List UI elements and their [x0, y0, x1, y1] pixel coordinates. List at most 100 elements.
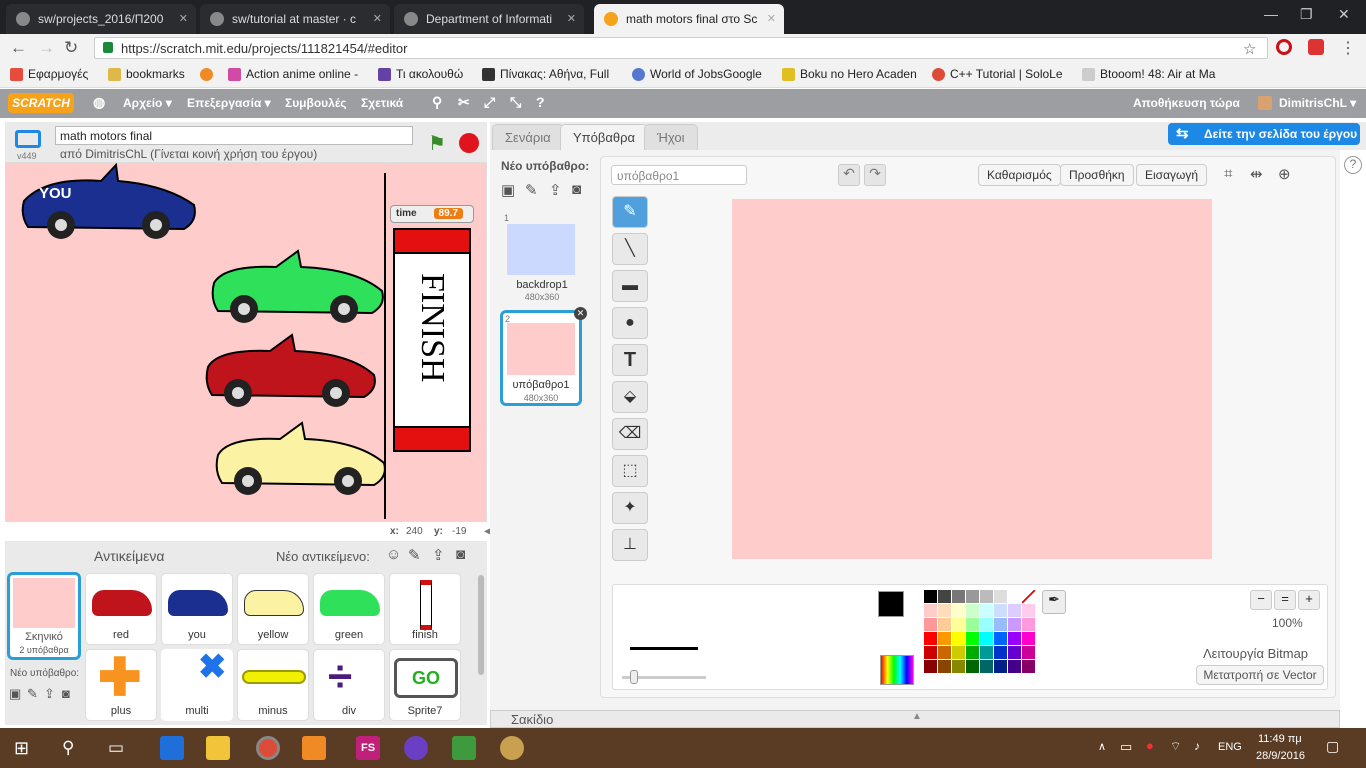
menu-file[interactable]: Αρχείο ▾ — [123, 96, 172, 110]
color-swatch[interactable] — [1008, 646, 1021, 659]
color-swatch[interactable] — [966, 646, 979, 659]
color-swatch[interactable] — [938, 618, 951, 631]
color-swatch[interactable] — [966, 604, 979, 617]
color-swatch[interactable] — [1008, 604, 1021, 617]
flip-horizontal-icon[interactable]: ⇹ — [1250, 165, 1263, 183]
color-swatch[interactable] — [924, 632, 937, 645]
battery-icon[interactable]: ▭ — [1120, 739, 1132, 755]
color-swatch[interactable] — [952, 632, 965, 645]
color-swatch[interactable] — [938, 590, 951, 603]
green-flag-icon[interactable]: ⚑ — [428, 131, 446, 156]
windows-start-icon[interactable]: ⊞ — [14, 738, 29, 759]
bookmark-item[interactable]: Btooom! 48: Air at Ma — [1082, 67, 1215, 81]
fs-app-icon[interactable]: FS — [356, 736, 380, 760]
import-button[interactable]: Εισαγωγή — [1136, 164, 1208, 186]
stamp-tool-icon[interactable]: ⊥ — [612, 529, 648, 561]
save-now-button[interactable]: Αποθήκευση τώρα — [1133, 96, 1240, 110]
color-swatch[interactable] — [1022, 618, 1035, 631]
menu-tips[interactable]: Συμβουλές — [285, 96, 347, 110]
browser-tab[interactable]: sw/projects_2016/Π200 ✕ — [6, 4, 196, 34]
primary-color-swatch[interactable] — [878, 591, 904, 617]
color-swatch[interactable] — [924, 660, 937, 673]
cut-icon[interactable]: ✂ — [458, 94, 470, 111]
spreadsheet-icon[interactable] — [452, 736, 476, 760]
select-remove-background-icon[interactable]: ✦ — [612, 492, 648, 524]
color-swatch[interactable] — [952, 604, 965, 617]
color-swatch[interactable] — [994, 604, 1007, 617]
undo-icon[interactable]: ↶ — [838, 164, 860, 186]
select-tool-icon[interactable]: ⬚ — [612, 455, 648, 487]
upload-sprite-icon[interactable]: ⇪ — [432, 546, 445, 564]
color-swatch[interactable] — [994, 632, 1007, 645]
bookmark-folder[interactable]: bookmarks — [108, 67, 185, 81]
menu-about[interactable]: Σχετικά — [361, 96, 403, 110]
eraser-tool-icon[interactable]: ⌫ — [612, 418, 648, 450]
wifi-icon[interactable]: ⌔ — [1170, 739, 1181, 754]
reload-icon[interactable]: ↻ — [64, 38, 78, 58]
task-view-icon[interactable]: ▭ — [108, 738, 124, 758]
set-center-icon[interactable]: ⊕ — [1278, 165, 1291, 183]
sprite-tile[interactable]: you — [161, 573, 233, 645]
see-project-page-button[interactable]: ⇆ Δείτε την σελίδα του έργου — [1168, 123, 1360, 145]
color-swatch[interactable] — [1022, 604, 1035, 617]
antivirus-icon[interactable]: ● — [1146, 738, 1154, 753]
scratch-logo[interactable]: SCRATCH — [8, 93, 74, 113]
bookmark-star-icon[interactable]: ☆ — [1243, 40, 1256, 58]
sprite-tile[interactable]: GO Sprite7 — [389, 649, 461, 721]
color-swatch[interactable] — [924, 604, 937, 617]
media-player-icon[interactable] — [302, 736, 326, 760]
paint-canvas[interactable] — [732, 199, 1212, 559]
color-swatch[interactable] — [1008, 632, 1021, 645]
stop-icon[interactable] — [459, 133, 479, 153]
color-swatch[interactable] — [1022, 660, 1035, 673]
fullscreen-icon[interactable] — [15, 130, 41, 148]
timer-monitor[interactable]: time 89.7 — [390, 205, 474, 223]
backdrop-library-icon[interactable]: ▣ — [9, 686, 21, 702]
opera-icon[interactable] — [1276, 39, 1292, 55]
backdrop-library-icon[interactable]: ▣ — [501, 181, 515, 199]
paint-palette-icon[interactable] — [500, 736, 524, 760]
sprites-scrollbar[interactable] — [478, 575, 484, 675]
color-swatch[interactable] — [966, 618, 979, 631]
bookmark-item[interactable]: C++ Tutorial | SoloLe — [932, 67, 1063, 81]
minimize-icon[interactable]: — — [1264, 6, 1278, 22]
bookmark-item[interactable]: Boku no Hero Acaden — [782, 67, 917, 81]
bookmark-item[interactable]: Τι ακολουθώ — [378, 67, 463, 81]
color-swatch[interactable] — [952, 660, 965, 673]
color-swatch[interactable] — [924, 590, 937, 603]
shrink-icon[interactable]: ⤡ — [510, 94, 521, 111]
color-swatch[interactable] — [966, 590, 979, 603]
color-swatch[interactable] — [938, 632, 951, 645]
close-tab-icon[interactable]: ✕ — [179, 12, 188, 25]
cat-app-icon[interactable] — [404, 736, 428, 760]
camera-backdrop-icon[interactable]: ◙ — [62, 686, 70, 701]
color-swatch[interactable] — [980, 618, 993, 631]
color-swatch[interactable] — [938, 604, 951, 617]
expand-backpack-icon[interactable]: ▲ — [912, 711, 922, 722]
sprite-tile[interactable]: ÷ div — [313, 649, 385, 721]
close-tab-icon[interactable]: ✕ — [767, 12, 776, 25]
stage[interactable]: YOU FINISH time 89.7 — [5, 162, 487, 522]
color-swatch[interactable] — [938, 660, 951, 673]
upload-backdrop-icon[interactable]: ⇪ — [44, 686, 55, 702]
crop-icon[interactable]: ⌗ — [1224, 165, 1232, 182]
url-input[interactable]: https://scratch.mit.edu/projects/1118214… — [94, 37, 1268, 59]
project-title-input[interactable]: math motors final — [55, 126, 413, 145]
edge-icon[interactable] — [160, 736, 184, 760]
browser-tab[interactable]: sw/tutorial at master · c ✕ — [200, 4, 390, 34]
red-car-sprite[interactable] — [205, 333, 376, 407]
sprite-tile[interactable]: ✚ plus — [85, 649, 157, 721]
line-tool-icon[interactable]: ╲ — [612, 233, 648, 265]
sprite-tile[interactable]: minus — [237, 649, 309, 721]
rectangle-tool-icon[interactable]: ▬ — [612, 270, 648, 302]
brush-tool-icon[interactable]: ✎ — [612, 196, 648, 228]
color-swatch[interactable] — [980, 646, 993, 659]
color-swatch[interactable] — [938, 646, 951, 659]
bookmark-apps[interactable]: Εφαρμογές — [10, 67, 88, 81]
color-swatch[interactable] — [1008, 618, 1021, 631]
color-picker-spectrum[interactable] — [880, 655, 914, 685]
fill-tool-icon[interactable]: ⬙ — [612, 381, 648, 413]
blue-car-sprite[interactable] — [21, 163, 196, 239]
yellow-car-sprite[interactable] — [215, 421, 386, 495]
brush-size-handle[interactable] — [630, 670, 638, 684]
